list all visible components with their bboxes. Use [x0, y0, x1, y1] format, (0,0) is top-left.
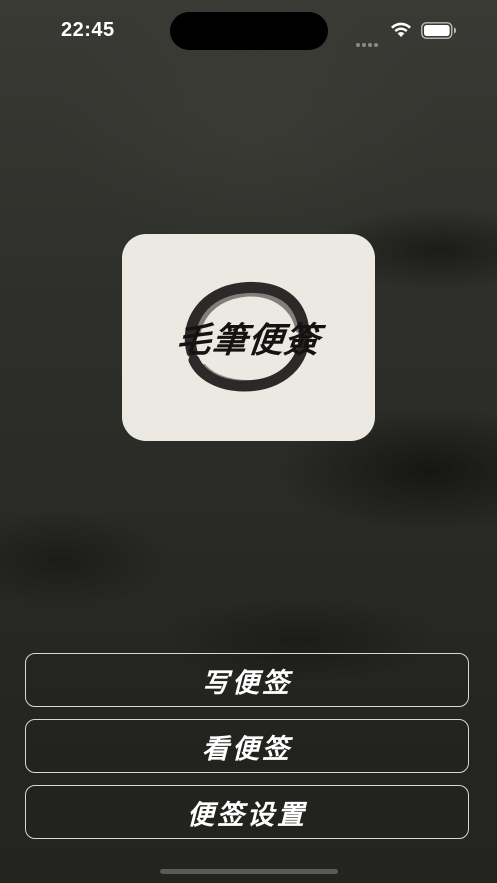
wifi-icon — [391, 22, 411, 37]
home-indicator[interactable] — [160, 869, 338, 874]
status-time: 22:45 — [61, 19, 115, 41]
status-bar: 22:45 — [0, 0, 497, 60]
signal-dots-icon — [356, 32, 382, 47]
note-settings-button[interactable]: 便签设置 — [25, 785, 469, 839]
logo-text: 毛筆便簽 — [174, 320, 323, 361]
battery-icon — [421, 22, 456, 39]
dynamic-island — [170, 12, 328, 50]
view-notes-button[interactable]: 看便签 — [25, 719, 469, 773]
note-settings-label: 便签设置 — [187, 799, 307, 831]
write-note-label: 写便签 — [202, 667, 292, 699]
app-logo: 毛筆便簽 — [122, 234, 375, 441]
write-note-button[interactable]: 写便签 — [25, 653, 469, 707]
view-notes-label: 看便签 — [202, 733, 292, 765]
